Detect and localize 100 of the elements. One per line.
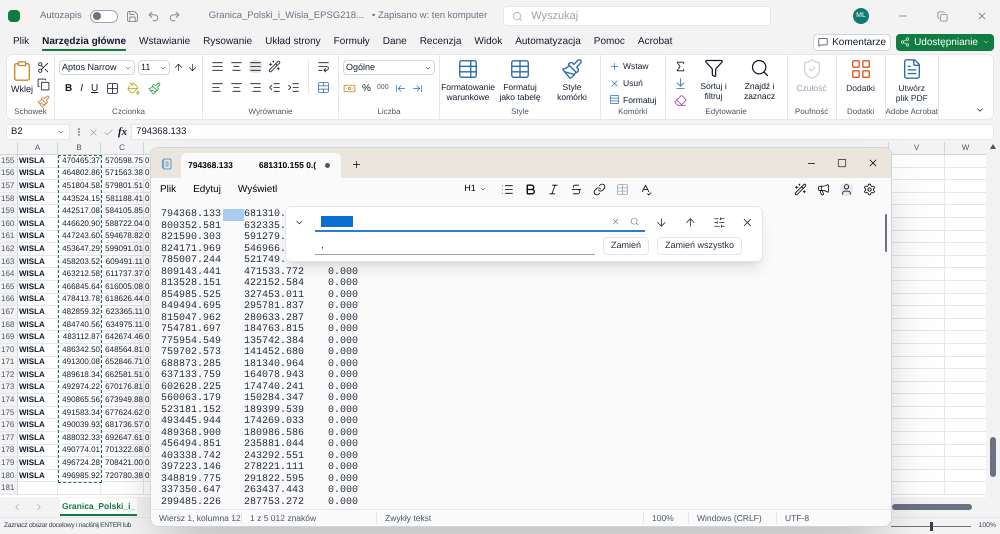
italic-button[interactable]: I xyxy=(80,81,84,96)
options-icon[interactable] xyxy=(712,216,726,229)
row-header[interactable]: 173 xyxy=(0,382,18,394)
row-header[interactable]: 164 xyxy=(0,268,18,280)
menu-item[interactable]: Wyświetl xyxy=(238,182,278,196)
shrink-font-icon[interactable] xyxy=(187,62,198,73)
formula-field[interactable]: 794368.133 xyxy=(131,124,994,140)
previous-icon[interactable] xyxy=(684,216,697,229)
ribbon-tab[interactable]: Recenzja xyxy=(420,33,462,51)
next-icon[interactable] xyxy=(655,216,668,229)
number-format-dropdown[interactable]: Ogólne xyxy=(343,60,435,75)
wrap-text-icon[interactable] xyxy=(317,60,330,73)
align-left-icon[interactable] xyxy=(211,81,224,94)
megaphone-icon[interactable] xyxy=(817,182,830,196)
ribbon-tab[interactable]: Plik xyxy=(13,33,30,51)
borders-icon[interactable] xyxy=(106,82,120,95)
grow-font-icon[interactable] xyxy=(173,62,184,73)
paste-button[interactable]: Wklej xyxy=(11,59,33,96)
ribbon-tab[interactable]: Dane xyxy=(382,33,407,51)
row-header[interactable]: 169 xyxy=(0,331,18,343)
ribbon-tab[interactable]: Narzędzia główne xyxy=(42,33,126,51)
row-header[interactable]: 158 xyxy=(0,192,18,204)
vertical-scrollbar[interactable] xyxy=(986,142,1000,497)
fill-color-icon[interactable] xyxy=(127,82,140,95)
addins-button[interactable]: Dodatki xyxy=(840,58,881,93)
row-header[interactable]: 172 xyxy=(0,369,18,381)
row-header[interactable]: 180 xyxy=(0,470,18,482)
scroll-thumb[interactable] xyxy=(885,214,887,252)
row-header[interactable]: 162 xyxy=(0,243,18,255)
row-header[interactable]: 175 xyxy=(0,406,18,418)
styles-button[interactable]: Formatuj jako tabelę xyxy=(496,58,544,102)
autosave-toggle[interactable] xyxy=(90,10,118,22)
editing-button[interactable]: Znajdź i zaznacz xyxy=(740,58,779,107)
pdf-button[interactable]: Utwórz plik PDF xyxy=(892,58,932,103)
row-header[interactable]: 181 xyxy=(0,482,18,494)
row-header[interactable]: 178 xyxy=(0,444,18,456)
new-tab-icon[interactable] xyxy=(351,159,362,170)
heading-button[interactable]: H1 xyxy=(464,182,487,196)
styles-button[interactable]: Style komórki xyxy=(548,58,596,102)
align-middle-icon[interactable] xyxy=(230,60,243,73)
menu-item[interactable]: Edytuj xyxy=(193,182,221,196)
percent-button[interactable]: % xyxy=(362,81,371,96)
currency-icon[interactable] xyxy=(343,82,356,95)
copy-icon[interactable] xyxy=(37,78,50,91)
cells-button[interactable]: Usuń xyxy=(609,76,657,90)
ribbon-tab[interactable]: Widok xyxy=(474,33,502,51)
column-header[interactable]: C xyxy=(101,142,144,154)
save-icon[interactable] xyxy=(126,10,139,22)
column-header[interactable]: A xyxy=(18,142,58,154)
close-icon[interactable] xyxy=(741,216,754,229)
name-box[interactable]: B2 xyxy=(6,124,70,140)
account-icon[interactable] xyxy=(840,182,853,196)
row-header[interactable]: 174 xyxy=(0,394,18,406)
strikethrough-icon[interactable] xyxy=(570,182,583,196)
paintbrush-icon[interactable] xyxy=(37,95,50,108)
row-header[interactable]: 156 xyxy=(0,168,18,180)
zoom-slider-thumb[interactable] xyxy=(930,522,933,530)
comments-button[interactable]: Komentarze xyxy=(813,34,892,50)
row-header[interactable]: 155 xyxy=(0,155,18,167)
decrease-indent-icon[interactable] xyxy=(268,81,281,94)
ribbon-tab[interactable]: Rysowanie xyxy=(203,33,252,51)
undo-icon[interactable] xyxy=(146,10,160,22)
restore-icon[interactable] xyxy=(937,10,948,22)
underline-button[interactable]: U xyxy=(91,81,98,96)
italic-icon[interactable] xyxy=(546,182,560,196)
align-top-icon[interactable] xyxy=(211,60,224,73)
row-header[interactable]: 170 xyxy=(0,344,18,356)
ribbon-tab[interactable]: Formuły xyxy=(334,33,370,51)
close-icon[interactable] xyxy=(867,157,879,169)
row-header[interactable]: 168 xyxy=(0,318,18,330)
font-dropdown[interactable]: Aptos Narrow xyxy=(59,60,135,75)
ribbon-tab[interactable]: Pomoc xyxy=(594,33,625,51)
row-header[interactable]: 161 xyxy=(0,230,18,242)
scroll-thumb[interactable] xyxy=(990,437,996,477)
horizontal-scroll-thumb[interactable] xyxy=(892,504,972,510)
redo-icon[interactable] xyxy=(168,10,181,22)
fill-icon[interactable] xyxy=(674,77,687,90)
ribbon-tab[interactable]: Automatyzacja xyxy=(515,33,581,51)
merge-icon[interactable] xyxy=(317,81,330,94)
cells-button[interactable]: Wstaw xyxy=(609,60,657,73)
scroll-up-icon[interactable] xyxy=(990,144,996,149)
row-header[interactable]: 157 xyxy=(0,180,18,192)
row-header[interactable]: 167 xyxy=(0,306,18,318)
clear-icon[interactable] xyxy=(611,217,620,226)
cut-icon[interactable] xyxy=(37,61,50,74)
editing-button[interactable]: Sortuj i filtruj xyxy=(694,58,733,107)
settings-icon[interactable] xyxy=(863,182,876,196)
ribbon-tab[interactable]: Układ strony xyxy=(265,33,321,51)
bold-icon[interactable] xyxy=(524,182,537,196)
share-button[interactable]: Udostępnianie xyxy=(896,34,994,50)
ribbon-tab[interactable]: Acrobat xyxy=(638,33,672,51)
sparkle-icon[interactable] xyxy=(794,182,807,196)
bold-button[interactable]: B xyxy=(65,81,72,96)
align-center-icon[interactable] xyxy=(230,81,243,94)
row-header[interactable]: 166 xyxy=(0,294,18,306)
function-button[interactable]: fx xyxy=(118,124,128,140)
document-tab[interactable]: 794368.133 681310.155 0.( xyxy=(181,153,341,178)
ribbon-tab[interactable]: Wstawianie xyxy=(139,33,190,51)
eraser-icon[interactable] xyxy=(674,94,687,107)
menu-item[interactable]: Plik xyxy=(160,182,176,196)
